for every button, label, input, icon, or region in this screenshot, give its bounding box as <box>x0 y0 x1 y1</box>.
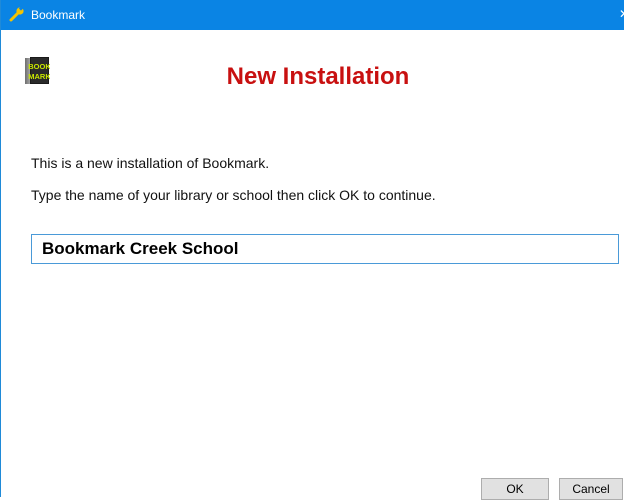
window-title: Bookmark <box>31 8 86 22</box>
new-installation-dialog: Bookmark ✕ BOOK MARK New Installation Th… <box>0 0 624 500</box>
intro-text: This is a new installation of Bookmark. <box>31 155 270 171</box>
page-title: New Installation <box>226 63 410 90</box>
library-name-input[interactable] <box>31 234 619 264</box>
title-bar[interactable]: Bookmark ✕ <box>1 0 624 30</box>
instruction-text: Type the name of your library or school … <box>31 187 436 203</box>
wrench-icon <box>9 6 25 22</box>
close-button[interactable]: ✕ <box>619 4 624 24</box>
